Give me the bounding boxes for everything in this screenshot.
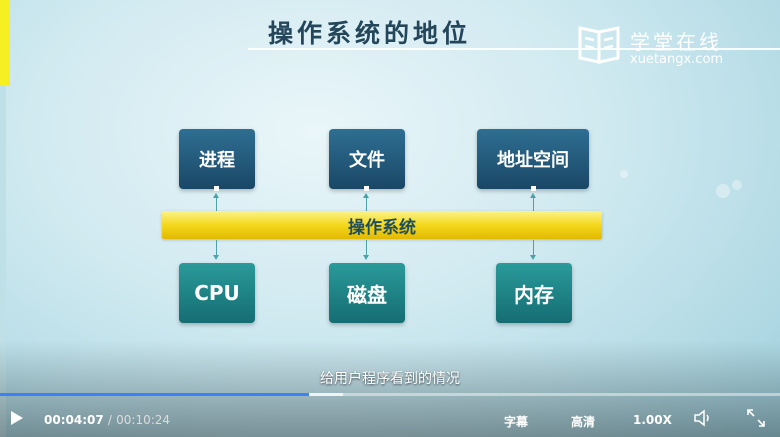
book-logo-icon: [578, 26, 620, 64]
box-cpu: CPU: [179, 263, 255, 323]
speed-button[interactable]: 1.00X: [633, 413, 672, 427]
arrow-up-icon: [530, 193, 536, 198]
xuetangx-logo: 学堂在线 xuetangx.com: [576, 24, 766, 72]
current-time: 00:04:07: [44, 413, 104, 427]
connector-line: [366, 196, 367, 211]
box-file: 文件: [329, 129, 405, 189]
time-display: 00:04:07 / 00:10:24: [44, 413, 170, 427]
total-time: 00:10:24: [116, 413, 171, 427]
play-icon[interactable]: [10, 410, 24, 426]
time-separator: /: [107, 413, 112, 427]
box-memory: 内存: [496, 263, 572, 323]
arrow-up-icon: [213, 193, 219, 198]
connector-dot: [214, 186, 219, 191]
left-accent-strip: [0, 0, 10, 86]
box-disk: 磁盘: [329, 263, 405, 323]
progress-bar[interactable]: [0, 393, 780, 396]
volume-icon[interactable]: [693, 408, 713, 428]
connector-line: [366, 240, 367, 255]
box-process: 进程: [179, 129, 255, 189]
control-bar: 00:04:07 / 00:10:24 字幕 高清 1.00X: [0, 398, 780, 437]
video-player[interactable]: 操作系统的地位 学堂在线 xuetangx.com 进程 文件 地址空间 操作系…: [0, 0, 780, 437]
box-address-space: 地址空间: [477, 129, 589, 189]
os-bar: 操作系统: [162, 211, 602, 239]
logo-domain: xuetangx.com: [630, 52, 724, 67]
connector-line: [216, 196, 217, 211]
arrow-down-icon: [213, 255, 219, 260]
quality-button[interactable]: 高清: [571, 413, 595, 430]
subtitles-button[interactable]: 字幕: [504, 413, 528, 430]
decor-bubble: [716, 184, 730, 198]
arrow-down-icon: [530, 255, 536, 260]
connector-line: [533, 240, 534, 255]
arrow-down-icon: [363, 255, 369, 260]
connector-dot: [364, 186, 369, 191]
progress-played: [0, 393, 309, 396]
connector-line: [533, 196, 534, 211]
connector-line: [216, 240, 217, 255]
decor-bubble: [732, 180, 742, 190]
logo-name-cn: 学堂在线: [630, 30, 722, 54]
connector-dot: [531, 186, 536, 191]
arrow-up-icon: [363, 193, 369, 198]
subtitle-text: 给用户程序看到的情况: [320, 371, 460, 387]
decor-bubble: [620, 170, 628, 178]
fullscreen-icon[interactable]: [746, 408, 766, 428]
slide-title: 操作系统的地位: [268, 19, 472, 48]
